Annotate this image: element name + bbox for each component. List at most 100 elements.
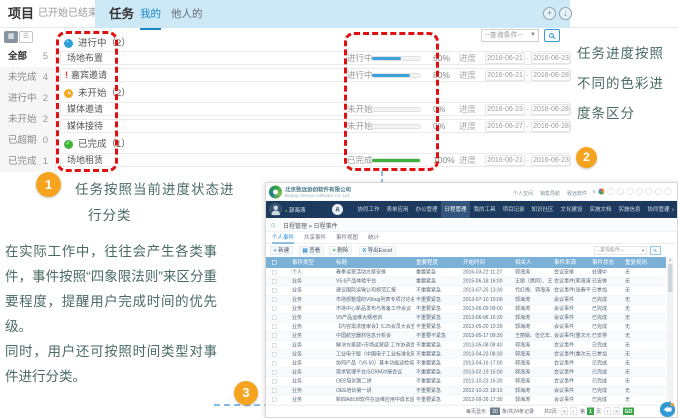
table-header-cell[interactable]: 开始时间 <box>463 257 513 268</box>
table-header-cell[interactable]: 事件来源 <box>554 257 591 268</box>
task-row[interactable]: 媒体接待 未开始 0% 进度 2016-06-27 - 2016-06-28 <box>60 119 570 133</box>
table-header-cell[interactable]: 重复规则 <box>625 257 652 268</box>
row-checkbox[interactable] <box>272 379 277 384</box>
table-row[interactable]: 业务OEE培训第一讲不重要紧急2012-10-22 18:10郭海涛会议事件已完… <box>266 386 666 395</box>
date-end[interactable]: 2016-06-28 <box>531 121 571 132</box>
nav-item-9[interactable]: 实施信息 <box>615 201 644 218</box>
home-icon[interactable]: ⌂ <box>271 221 276 230</box>
search-button[interactable] <box>650 246 661 255</box>
row-checkbox[interactable] <box>272 325 277 330</box>
list-view-toggle[interactable]: ☰ <box>19 31 33 43</box>
nav-item-1[interactable]: 表单应用 <box>383 201 412 218</box>
date-start[interactable]: 2016-06-23 <box>485 104 525 115</box>
table-scrollbar[interactable]: ▲ ▼ <box>667 257 674 405</box>
table-header-cell[interactable]: 重要程度 <box>416 257 460 268</box>
date-start[interactable]: 2016-06-21 <box>485 53 525 64</box>
app-color-icon[interactable] <box>598 188 605 195</box>
sidebar-item-notstarted[interactable]: 未开始2 <box>0 109 55 130</box>
row-checkbox[interactable] <box>272 306 277 311</box>
table-row[interactable]: 业务中国航空器材信息分析会不重要不紧急2013-05-17 09:30王丽娟、伍… <box>266 332 666 341</box>
first-page-button[interactable]: « <box>561 408 568 416</box>
header-tool-icon[interactable] <box>636 188 643 195</box>
sidebar-item-inprogress[interactable]: 进行中2 <box>0 88 55 109</box>
row-checkbox[interactable] <box>272 334 277 339</box>
row-checkbox[interactable] <box>272 270 277 275</box>
sidebar-item-unfinished[interactable]: 未完成4 <box>0 67 55 88</box>
row-checkbox[interactable] <box>272 361 277 366</box>
date-end[interactable]: 2016-06-28 <box>531 70 571 81</box>
nav-item-0[interactable]: 协同工作 <box>354 201 383 218</box>
add-task-icon[interactable]: + <box>543 7 556 20</box>
task-row[interactable]: 场地租赁 已完成 100% 进度 2016-06-21 - 2016-06-23 <box>60 153 570 167</box>
table-row[interactable]: 业务建议国际运输公司规范汇报不重要紧急2013-07-25 13:30代红梅、郭… <box>266 286 666 295</box>
table-row[interactable]: 业务新四A8/U8软件在运维应用中成长监察培训不重要紧急2012-09-26 1… <box>266 395 666 404</box>
tab-shared-events[interactable]: 共享事件 <box>304 232 326 244</box>
tab-personal-events[interactable]: 个人事件 <box>272 232 294 244</box>
tab-started[interactable]: 已开始 <box>38 0 68 28</box>
nav-item-6[interactable]: 知识社区 <box>528 201 557 218</box>
row-checkbox[interactable] <box>272 397 277 402</box>
nav-prev-icon[interactable]: ‹ <box>666 201 668 218</box>
current-user[interactable]: 郭海涛 <box>285 206 305 214</box>
table-row[interactable]: 业务协同产品（V5.50）基本功能迎检培训不重要紧急2013-04-16 17:… <box>266 359 666 368</box>
row-checkbox[interactable] <box>272 297 277 302</box>
nav-item-10[interactable]: 协同管理 <box>644 201 673 218</box>
tab-event-view[interactable]: 事件视图 <box>336 232 358 244</box>
row-checkbox[interactable] <box>272 316 277 321</box>
table-row[interactable]: 个人春季运营活动方案安排重要紧急2016-03-22 11:27郭海涛会议安排处… <box>266 268 666 277</box>
header-tool-icon[interactable] <box>665 188 672 195</box>
table-header-cell[interactable]: 事件状态 <box>592 257 623 268</box>
table-row[interactable]: 业务工业电子版（中国电子工业标准化研究院）不重要紧急2013-04-23 08:… <box>266 350 666 359</box>
last-page-button[interactable]: » <box>613 408 620 416</box>
header-tool-icon[interactable] <box>655 188 662 195</box>
a8-badge-icon[interactable]: A <box>332 204 343 215</box>
tab-ended[interactable]: 已结束 <box>68 0 98 28</box>
row-checkbox[interactable] <box>272 279 277 284</box>
download-icon[interactable]: ↓ <box>559 7 572 20</box>
date-start[interactable]: 2016-06-21 <box>485 70 525 81</box>
date-start[interactable]: 2016-06-27 <box>485 121 525 132</box>
grid-view-toggle[interactable]: ▦ <box>4 31 18 43</box>
query-condition-select[interactable]: --查询条件--▼ <box>594 246 647 255</box>
view-button[interactable]: ▤查看 <box>299 246 324 255</box>
table-row[interactable]: 业务V5产品运维大纲培训不重要紧急2013-06-06 16:30郭海涛会议事件… <box>266 314 666 323</box>
table-header-cell[interactable]: 标题 <box>336 257 414 268</box>
export-excel-button[interactable]: X导出Excel <box>359 246 396 255</box>
sidebar-item-done[interactable]: 已完成1 <box>0 151 55 172</box>
tab-tasks[interactable]: 任务 <box>109 0 134 28</box>
header-link-personal-space[interactable]: 个人空间 <box>513 189 533 197</box>
nav-item-5[interactable]: 项目记录 <box>499 201 528 218</box>
tab-statistics[interactable]: 统计 <box>368 232 379 244</box>
date-end[interactable]: 2016-06-23 <box>531 53 571 64</box>
date-start[interactable]: 2016-06-21 <box>485 155 525 166</box>
subtab-mine[interactable]: 我的 <box>140 0 161 30</box>
new-button[interactable]: +新建 <box>270 246 293 255</box>
table-row[interactable]: 业务市场部整理的V6bug列表专项讨论会不重要紧急2013-07-10 10:0… <box>266 295 666 304</box>
delete-button[interactable]: ×删除 <box>329 246 352 255</box>
row-checkbox[interactable] <box>272 352 277 357</box>
row-checkbox[interactable] <box>272 370 277 375</box>
header-link-seeyon[interactable]: 致远软件 <box>567 189 587 197</box>
table-row[interactable]: 业务【内容需求度审会】5.25会员大会宣传V5新品交流会·产..不重要紧急201… <box>266 323 666 332</box>
select-all-checkbox[interactable] <box>272 260 277 265</box>
row-checkbox[interactable] <box>272 343 277 348</box>
subtab-others[interactable]: 他人的 <box>171 0 203 28</box>
nav-next-icon[interactable]: › <box>672 201 674 218</box>
date-end[interactable]: 2016-06-23 <box>531 155 571 166</box>
per-page-value[interactable]: 20 <box>490 408 500 416</box>
go-button[interactable]: GO <box>623 408 634 416</box>
task-row[interactable]: 场地布置 进行中 60% 进度 2016-06-21 - 2016-06-23 <box>60 51 570 65</box>
nav-item-3[interactable]: 日程管理 <box>441 201 470 218</box>
table-row[interactable]: 业务V5.6产品体验平台重要紧急2015-06-18 16:00王丽（携同）、王… <box>266 277 666 286</box>
header-tool-icon[interactable] <box>608 188 615 195</box>
table-header-cell[interactable]: 相关人 <box>515 257 552 268</box>
announcement-floater-icon[interactable] <box>660 402 675 417</box>
row-checkbox[interactable] <box>272 288 277 293</box>
nav-item-8[interactable]: 实施文档 <box>586 201 615 218</box>
header-tool-icon[interactable] <box>646 188 653 195</box>
nav-item-7[interactable]: 文化建设 <box>557 201 586 218</box>
date-end[interactable]: 2016-06-28 <box>531 104 571 115</box>
header-link-sales-nav[interactable]: 销售导航 <box>540 189 560 197</box>
scrollbar-thumb[interactable] <box>668 264 673 292</box>
task-row[interactable]: ! 嘉宾邀请 进行中 80% 进度 2016-06-21 - 2016-06-2… <box>60 68 570 82</box>
